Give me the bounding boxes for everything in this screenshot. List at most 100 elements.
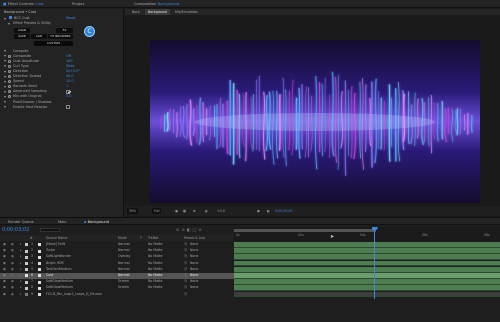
col-mode[interactable]: Mode <box>118 235 127 241</box>
layer-label-color-icon[interactable] <box>25 274 28 278</box>
layer-trkmat-select[interactable]: No Matte <box>148 261 163 267</box>
solo-icon[interactable]: ● <box>11 267 14 273</box>
layer-label-color-icon[interactable] <box>25 286 28 290</box>
layer-parent-select[interactable]: None <box>190 261 198 267</box>
expand-layer-icon[interactable]: ▸ <box>20 292 22 298</box>
layer-trkmat-select[interactable]: No Matte <box>148 242 163 248</box>
layer-mode-select[interactable]: Screen <box>118 279 129 285</box>
parent-pickwhip-icon[interactable]: @ <box>184 279 187 285</box>
parent-pickwhip-icon[interactable]: @ <box>184 261 187 267</box>
param-expand-icon[interactable] <box>4 55 6 58</box>
preset-expand-icon[interactable] <box>8 23 10 25</box>
layer-duration-bar[interactable] <box>234 254 500 261</box>
solo-icon[interactable]: ● <box>11 248 14 254</box>
expand-layer-icon[interactable]: ▸ <box>20 248 22 254</box>
timeline-switches-icons[interactable]: ⊡⊙◧▢⊙ <box>176 227 230 232</box>
advanced-sampling-checkbox[interactable] <box>66 89 70 94</box>
timeline-search-input[interactable] <box>40 228 60 232</box>
fx-browser-button[interactable]: FX BROWSER <box>48 34 73 39</box>
solo-icon[interactable]: ● <box>11 273 14 279</box>
param-expand-icon[interactable] <box>4 80 6 83</box>
layer-parent-select[interactable]: None <box>190 254 198 260</box>
param-value[interactable]: 1 <box>66 84 68 89</box>
visibility-eye-icon[interactable]: ◉ <box>3 273 6 279</box>
param-value[interactable]: Wide <box>66 64 74 69</box>
param-expand-icon[interactable] <box>4 50 6 53</box>
layer-parent-select[interactable]: None <box>190 273 198 279</box>
transparency-grid-icon[interactable]: ▦ <box>183 208 186 214</box>
expand-layer-icon[interactable]: ▸ <box>20 273 22 279</box>
layer-trkmat-select[interactable]: No Matte <box>148 285 163 291</box>
expand-layer-icon[interactable]: ▸ <box>20 261 22 267</box>
layer-row[interactable]: ◉ ● ▸ 2 Turbo Normal No Matte @ None <box>0 248 234 254</box>
layer-trkmat-select[interactable]: No Matte <box>148 254 163 260</box>
layer-trkmat-select[interactable]: No Matte <box>148 267 163 273</box>
stopwatch-icon[interactable] <box>8 64 11 68</box>
resolution-select[interactable]: Full <box>152 208 162 214</box>
region-icon[interactable]: ▣ <box>175 208 178 214</box>
composition-tab[interactable]: Composition Background <box>134 1 179 7</box>
effect-expand-icon[interactable] <box>4 17 6 20</box>
param-value[interactable]: 100 <box>66 59 72 64</box>
layer-duration-bar[interactable] <box>234 279 500 285</box>
layer-row[interactable]: ◉ ● ▸ 4 Bright HDR Normal No Matte @ None <box>0 261 234 267</box>
param-expand-icon[interactable] <box>4 70 6 73</box>
snapshot-icon[interactable]: ◉ <box>257 208 260 214</box>
param-value[interactable]: Off <box>66 54 71 59</box>
layer-source-name[interactable]: Turbo <box>46 248 55 254</box>
layer-duration-bar[interactable] <box>234 242 500 248</box>
visibility-eye-icon[interactable]: ◉ <box>3 267 6 273</box>
parent-pickwhip-icon[interactable]: @ <box>184 248 187 254</box>
visibility-eye-icon[interactable]: ◉ <box>3 242 6 248</box>
visibility-eye-icon[interactable]: ◉ <box>3 254 6 260</box>
current-time-display[interactable]: 0;00;00;00 <box>275 208 292 214</box>
layer-duration-bar[interactable] <box>234 291 500 298</box>
visibility-eye-icon[interactable]: ◉ <box>3 279 6 285</box>
layer-mode-select[interactable]: Normal <box>118 273 130 279</box>
param-expand-icon[interactable] <box>4 65 6 68</box>
layer-duration-bar[interactable] <box>234 248 500 254</box>
layer-row[interactable]: ◉ ● ▸ 3 SoftLightBorder Overlay No Matte @ None <box>0 254 234 260</box>
project-tab[interactable]: Project <box>72 1 84 7</box>
expand-layer-icon[interactable]: ▸ <box>20 285 22 291</box>
param-expand-icon[interactable] <box>4 96 6 98</box>
layer-label-color-icon[interactable] <box>25 243 28 247</box>
stopwatch-icon[interactable] <box>8 69 11 73</box>
stopwatch-icon[interactable] <box>8 90 11 94</box>
enable-host-reactor-checkbox[interactable] <box>66 105 70 109</box>
layer-mode-select[interactable]: Normal <box>118 242 130 248</box>
param-expand-icon[interactable] <box>4 85 6 88</box>
param-expand-icon[interactable] <box>4 90 6 93</box>
solo-icon[interactable]: ● <box>11 242 14 248</box>
expand-layer-icon[interactable]: ▸ <box>20 267 22 273</box>
layer-parent-select[interactable]: None <box>190 242 198 248</box>
layer-mode-select[interactable]: Normal <box>118 248 130 254</box>
layer-row[interactable]: ◉ ● ▸ 7 SoftGlowMedium Screen No Matte @ None <box>0 279 234 285</box>
exposure-value[interactable]: +0.0 <box>217 208 225 214</box>
parent-pickwhip-icon[interactable]: @ <box>184 273 187 279</box>
comp-tab-mix-emulation[interactable]: Mix/Emulation <box>175 9 198 15</box>
save-button[interactable]: SAVE <box>14 34 30 39</box>
work-area-bar[interactable] <box>234 229 376 232</box>
comp-tab-back[interactable]: Back <box>132 9 140 15</box>
effect-controls-tab[interactable]: ■ Effect Controls Cust <box>3 1 43 7</box>
layer-mode-select[interactable]: Normal <box>118 261 130 267</box>
channel-icon[interactable]: ◐ <box>205 208 208 214</box>
layer-source-name[interactable]: TextGenMedium <box>46 267 72 273</box>
expand-layer-icon[interactable]: ▸ <box>20 279 22 285</box>
stopwatch-icon[interactable] <box>8 54 11 58</box>
layer-trkmat-select[interactable]: No Matte <box>148 273 163 279</box>
layer-source-name[interactable]: [Mask] Shift <box>46 242 65 248</box>
layer-source-name[interactable]: SoftGlowMedium <box>46 279 73 285</box>
layer-trkmat-select[interactable]: No Matte <box>148 279 163 285</box>
custom-button[interactable]: CUSTOM <box>34 40 73 46</box>
layer-parent-select[interactable]: None <box>190 267 198 273</box>
layer-mode-select[interactable]: Overlay <box>118 254 130 260</box>
layer-parent-select[interactable]: None <box>190 279 198 285</box>
layer-source-name[interactable]: SoftGlowMedium <box>46 285 73 291</box>
layer-row[interactable]: ◉ ● ▸ 8 SoftGlowMedium Screen No Matte @ None <box>0 285 234 291</box>
layer-parent-select[interactable]: None <box>190 285 198 291</box>
layer-duration-bar[interactable] <box>234 260 500 267</box>
layer-trkmat-select[interactable]: No Matte <box>148 248 163 254</box>
load-button[interactable]: LOAD <box>14 27 30 33</box>
